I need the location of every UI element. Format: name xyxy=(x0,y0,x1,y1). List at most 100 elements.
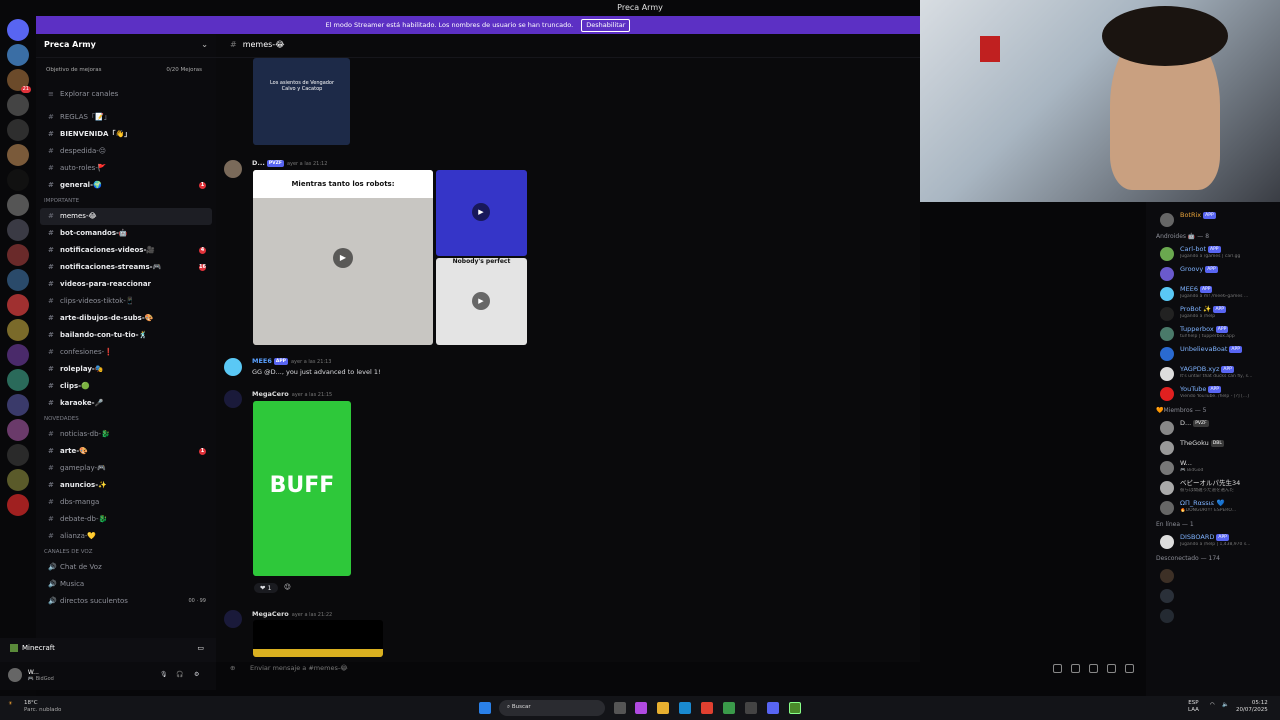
member-item[interactable]: W... 🎮 BidGod xyxy=(1146,458,1280,478)
play-icon[interactable]: ▶ xyxy=(333,248,353,268)
copilot-icon[interactable] xyxy=(635,702,647,714)
discord-icon[interactable] xyxy=(767,702,779,714)
channel-item[interactable]: # despedida-😔 xyxy=(40,143,212,160)
member-item[interactable] xyxy=(1146,566,1280,586)
server-icon[interactable] xyxy=(7,219,29,241)
server-icon[interactable] xyxy=(7,194,29,216)
home-icon[interactable] xyxy=(7,19,29,41)
channel-item[interactable]: # karaoke-🎤 xyxy=(40,395,212,412)
member-item[interactable]: ΩΠ_Rαssιε 💙 🔥DONGURI!!! ESPERO... xyxy=(1146,498,1280,518)
channel-item[interactable]: # alianza-💛 xyxy=(40,528,212,545)
avatar[interactable] xyxy=(8,668,22,682)
avatar[interactable] xyxy=(224,358,242,376)
windows-start-icon[interactable] xyxy=(479,702,491,714)
server-icon[interactable] xyxy=(7,344,29,366)
emoji-icon[interactable] xyxy=(1107,664,1116,673)
video-attachment[interactable]: Mientras tanto los robots: ▶ xyxy=(253,170,433,345)
server-icon[interactable] xyxy=(7,119,29,141)
member-item[interactable]: YAGPDB.xyz APP It's unfair that ducks can … xyxy=(1146,364,1280,384)
server-icon[interactable] xyxy=(7,94,29,116)
channel-item[interactable]: # BIENVENIDA「👋」 xyxy=(40,126,212,143)
channel-item[interactable]: # roleplay-🎭 xyxy=(40,361,212,378)
channel-item[interactable]: # debate-db-🐉 xyxy=(40,511,212,528)
channel-item[interactable]: # confesiones-❗ xyxy=(40,344,212,361)
gift-icon[interactable] xyxy=(1053,664,1062,673)
wifi-icon[interactable]: ◠ xyxy=(1210,702,1215,708)
member-item[interactable]: ProBot ✨ APP Jugando a /help xyxy=(1146,304,1280,324)
video-attachment[interactable]: BUFF xyxy=(253,401,351,576)
video-attachment[interactable]: Nobody's perfect ▶ xyxy=(436,258,527,345)
avatar[interactable] xyxy=(224,610,242,628)
weather-icon[interactable]: ☀ xyxy=(8,701,13,707)
browse-channels[interactable]: ≡ Explorar canales xyxy=(40,86,212,103)
avatar[interactable] xyxy=(224,390,242,408)
channel-item[interactable]: 🔊 Chat de Voz xyxy=(40,559,212,576)
play-icon[interactable]: ▶ xyxy=(472,292,490,310)
headphones-icon[interactable]: 🎧 xyxy=(176,671,183,678)
server-icon[interactable] xyxy=(7,419,29,441)
message-author[interactable]: MEE6 APP ayer a las 21:13 xyxy=(252,357,331,365)
server-icon[interactable] xyxy=(7,469,29,491)
server-icon[interactable] xyxy=(7,394,29,416)
channel-item[interactable]: # videos-para-reaccionar xyxy=(40,276,212,293)
server-icon[interactable] xyxy=(7,269,29,291)
screen-share-icon[interactable]: ▭ xyxy=(197,644,204,652)
channel-item[interactable]: # noticias-db-🐉 xyxy=(40,426,212,443)
avatar[interactable] xyxy=(224,160,242,178)
voice-activity-bar[interactable]: Minecraft ▭ xyxy=(0,638,216,662)
video-attachment[interactable]: ▶ xyxy=(436,170,527,256)
member-item[interactable]: MEE6 APP Jugando a m! /mee6-games ... xyxy=(1146,284,1280,304)
member-item[interactable]: UnbelievaBoat APP xyxy=(1146,344,1280,364)
message-author[interactable]: MegaCero ayer a las 21:22 xyxy=(252,610,332,618)
category-news[interactable]: Novedades xyxy=(36,412,216,426)
apps-icon[interactable] xyxy=(1125,664,1134,673)
member-item[interactable]: Groovy APP xyxy=(1146,264,1280,284)
sticker-icon[interactable] xyxy=(1089,664,1098,673)
server-icon[interactable] xyxy=(7,494,29,516)
boost-goal[interactable]: Objetivo de mejoras 0/20 Mejoras xyxy=(42,64,210,76)
reaction[interactable]: ❤ 1 xyxy=(254,583,278,593)
channel-item[interactable]: # general-🌍 1 xyxy=(40,177,212,194)
channel-item[interactable]: # clips-videos-tiktok-📱 xyxy=(40,293,212,310)
member-item[interactable]: BotRix APP xyxy=(1146,210,1280,230)
member-item[interactable]: YouTube APP Viendo YouTube. /help - [?] [.… xyxy=(1146,384,1280,404)
channel-item[interactable]: # notificaciones-videos-🎥 4 xyxy=(40,242,212,259)
file-explorer-icon[interactable] xyxy=(657,702,669,714)
server-icon[interactable] xyxy=(7,244,29,266)
weather-widget[interactable]: 18°C Parc. nublado xyxy=(24,700,61,714)
chrome-icon[interactable] xyxy=(701,702,713,714)
search-box[interactable]: ⌕ Buscar xyxy=(499,700,605,716)
member-item[interactable]: ベビーオルパ先生34 彼らは間違った道を選んだ xyxy=(1146,478,1280,498)
member-item[interactable]: Carl-bot APP Jugando a /games | carl.gg xyxy=(1146,244,1280,264)
channel-item[interactable]: # arte-dibujos-de-subs-🎨 xyxy=(40,310,212,327)
add-reaction-icon[interactable]: ☺ xyxy=(284,583,291,591)
channel-item[interactable]: # gameplay-🎮 xyxy=(40,460,212,477)
edge-icon[interactable] xyxy=(679,702,691,714)
channel-item[interactable]: # notificaciones-streams-🎮 16 xyxy=(40,259,212,276)
gif-icon[interactable] xyxy=(1071,664,1080,673)
channel-item[interactable]: 🔊 Musica xyxy=(40,576,212,593)
mic-icon[interactable]: 🎙 xyxy=(160,671,168,678)
server-icon[interactable] xyxy=(7,144,29,166)
channel-item[interactable]: # auto-roles-🚩 xyxy=(40,160,212,177)
message-author[interactable]: D... PVZF ayer a las 21:12 xyxy=(252,159,327,167)
server-icon[interactable] xyxy=(7,44,29,66)
channel-item[interactable]: 🔊 directos suculentos 00 · 99 xyxy=(40,593,212,610)
gear-icon[interactable]: ⚙ xyxy=(194,671,199,678)
channel-item[interactable]: # memes-😂 xyxy=(40,208,212,225)
channel-item[interactable]: # bot-comandos-🤖 xyxy=(40,225,212,242)
server-icon[interactable] xyxy=(7,169,29,191)
server-header[interactable]: Preca Army ⌄ xyxy=(36,34,216,58)
category-important[interactable]: IMPORTANTE xyxy=(36,194,216,208)
server-icon[interactable] xyxy=(7,294,29,316)
add-attachment-icon[interactable]: ⊕ xyxy=(230,664,235,672)
disable-streamer-button[interactable]: Deshabilitar xyxy=(581,19,631,32)
minecraft-icon[interactable] xyxy=(789,702,801,714)
channel-item[interactable]: # REGLAS「📝」 xyxy=(40,109,212,126)
member-item[interactable] xyxy=(1146,606,1280,626)
server-icon[interactable] xyxy=(7,444,29,466)
member-item[interactable]: TheGoku DBL xyxy=(1146,438,1280,458)
play-icon[interactable]: ▶ xyxy=(472,203,490,221)
member-item[interactable]: DISBOARD APP Jugando a /help | 1,438,970 s… xyxy=(1146,532,1280,552)
channel-item[interactable]: # bailando-con-tu-tio-🕺 xyxy=(40,327,212,344)
